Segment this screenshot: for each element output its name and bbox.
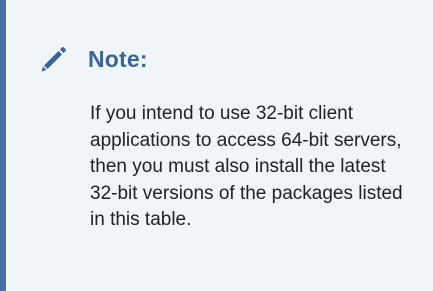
note-title: Note: [88, 45, 148, 72]
pencil-icon [41, 47, 66, 72]
note-body-text: If you intend to use 32-bit client appli… [90, 103, 403, 230]
note-callout: Note: If you intend to use 32-bit client… [0, 0, 433, 291]
note-header: Note: [38, 43, 148, 75]
